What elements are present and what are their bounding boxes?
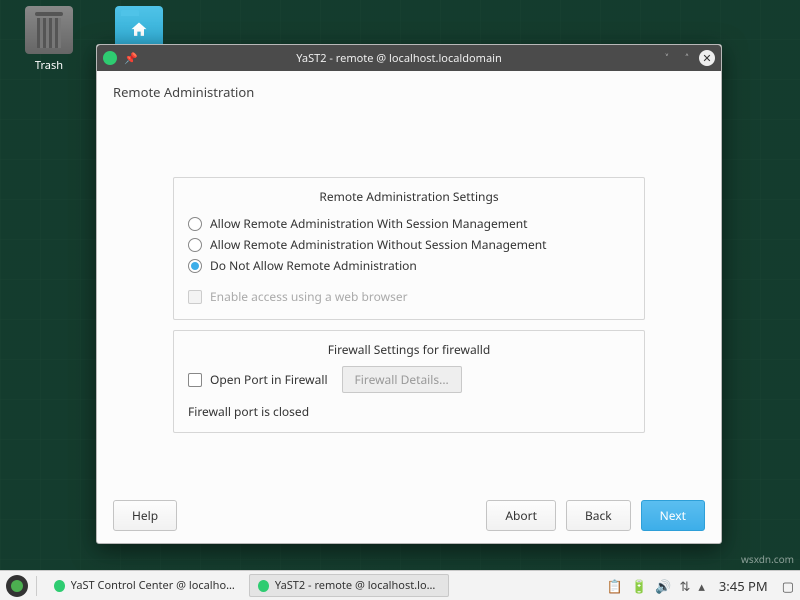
- help-button[interactable]: Help: [113, 500, 177, 531]
- volume-icon[interactable]: 🔊: [655, 577, 671, 595]
- taskbar: YaST Control Center @ localhost.lo... Ya…: [0, 570, 800, 600]
- group-remote-admin: Remote Administration Settings Allow Rem…: [173, 177, 645, 320]
- back-button[interactable]: Back: [566, 500, 631, 531]
- task-item-yast-control-center[interactable]: YaST Control Center @ localhost.lo...: [45, 574, 245, 597]
- checkbox-icon: [188, 373, 202, 387]
- app-icon: [258, 580, 269, 592]
- clock[interactable]: 3:45 PM: [713, 577, 774, 595]
- task-item-label: YaST2 - remote @ localhost.locald...: [275, 578, 440, 593]
- app-icon: [54, 580, 65, 592]
- task-item-label: YaST Control Center @ localhost.lo...: [71, 578, 236, 593]
- clipboard-icon[interactable]: 📋: [607, 577, 623, 595]
- window-titlebar[interactable]: 📌 YaST2 - remote @ localhost.localdomain…: [97, 45, 721, 71]
- pin-icon[interactable]: 📌: [123, 50, 139, 66]
- radio-label: Allow Remote Administration With Session…: [210, 215, 528, 232]
- abort-button[interactable]: Abort: [486, 500, 556, 531]
- page-title: Remote Administration: [113, 83, 705, 101]
- network-icon[interactable]: ⇅: [679, 577, 690, 595]
- system-tray: 📋 🔋 🔊 ⇅ ▴ 3:45 PM ▢: [607, 577, 794, 595]
- checkbox-label: Open Port in Firewall: [210, 371, 328, 388]
- app-icon: [103, 51, 117, 65]
- radio-icon: [188, 238, 202, 252]
- next-button[interactable]: Next: [641, 500, 705, 531]
- checkbox-label: Enable access using a web browser: [210, 288, 408, 305]
- checkbox-web-browser: Enable access using a web browser: [188, 286, 630, 307]
- checkbox-icon: [188, 290, 202, 304]
- window-body: Remote Administration Remote Administrat…: [97, 71, 721, 543]
- close-button[interactable]: ✕: [699, 50, 715, 66]
- group-legend: Firewall Settings for firewalld: [188, 341, 630, 358]
- tray-chevron-icon[interactable]: ▴: [698, 577, 705, 595]
- radio-icon: [188, 259, 202, 273]
- wizard-button-bar: Help Abort Back Next: [113, 490, 705, 531]
- window-title: YaST2 - remote @ localhost.localdomain: [139, 51, 659, 66]
- trash-icon: [25, 6, 73, 54]
- radio-do-not-allow[interactable]: Do Not Allow Remote Administration: [188, 255, 630, 276]
- desktop-icon-trash[interactable]: Trash: [14, 6, 84, 73]
- start-button[interactable]: [6, 575, 28, 597]
- radio-icon: [188, 217, 202, 231]
- radio-allow-with-session[interactable]: Allow Remote Administration With Session…: [188, 213, 630, 234]
- task-item-yast-remote[interactable]: YaST2 - remote @ localhost.locald...: [249, 574, 449, 597]
- show-desktop-icon[interactable]: ▢: [782, 577, 794, 595]
- battery-icon[interactable]: 🔋: [631, 577, 647, 595]
- firewall-details-button: Firewall Details...: [342, 366, 462, 393]
- checkbox-open-port[interactable]: Open Port in Firewall: [188, 369, 328, 390]
- watermark: wsxdn.com: [741, 552, 794, 566]
- maximize-button[interactable]: ˄: [679, 50, 695, 66]
- group-firewall: Firewall Settings for firewalld Open Por…: [173, 330, 645, 433]
- group-legend: Remote Administration Settings: [188, 188, 630, 205]
- radio-label: Do Not Allow Remote Administration: [210, 257, 417, 274]
- desktop-icon-label: Trash: [14, 58, 84, 73]
- radio-label: Allow Remote Administration Without Sess…: [210, 236, 547, 253]
- minimize-button[interactable]: ˅: [659, 50, 675, 66]
- yast-window: 📌 YaST2 - remote @ localhost.localdomain…: [96, 44, 722, 544]
- taskbar-separator: [36, 576, 37, 596]
- radio-allow-without-session[interactable]: Allow Remote Administration Without Sess…: [188, 234, 630, 255]
- firewall-status-text: Firewall port is closed: [188, 403, 630, 420]
